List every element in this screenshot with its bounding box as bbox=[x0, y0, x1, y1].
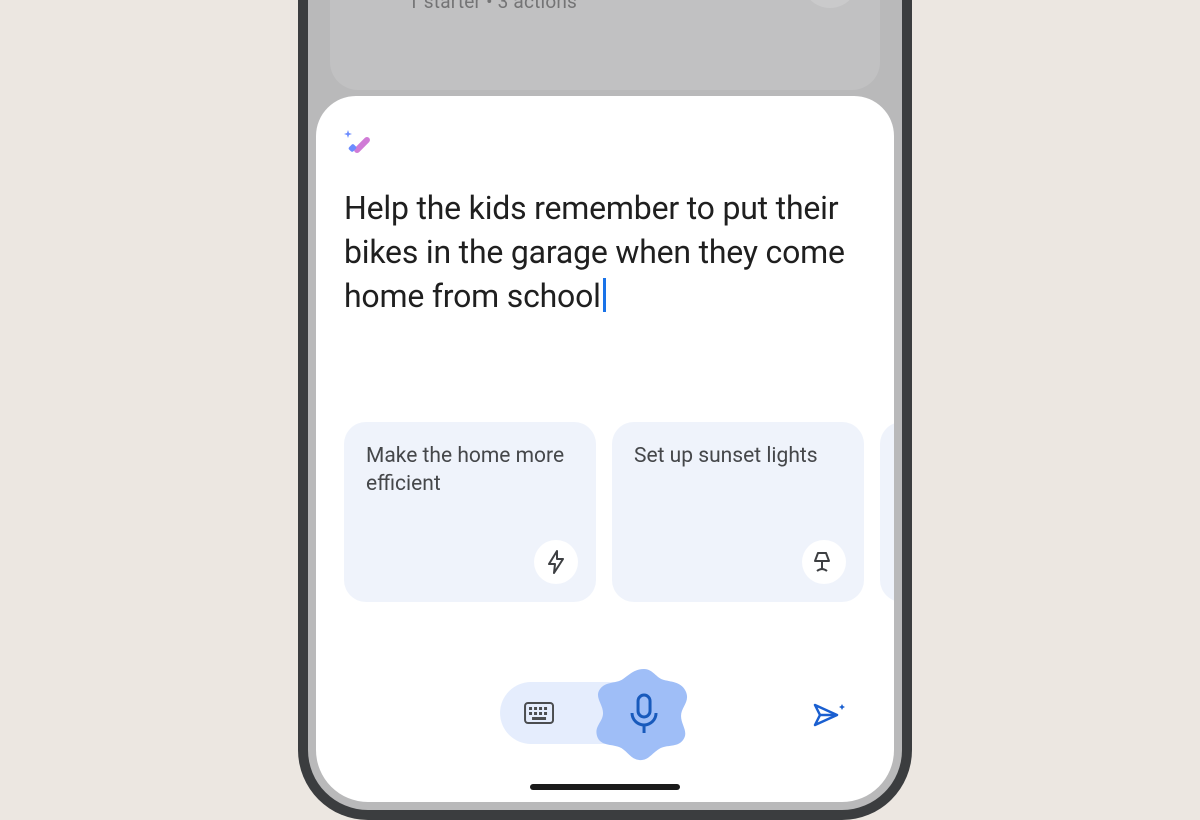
suggestion-row: Make the home more efficient Set up suns… bbox=[344, 422, 894, 602]
background-routine-card: 1 starter • 3 actions bbox=[330, 0, 880, 90]
routine-meta-text: 1 starter • 3 actions bbox=[408, 0, 577, 13]
send-button[interactable] bbox=[810, 696, 850, 736]
home-indicator[interactable] bbox=[530, 784, 680, 790]
lamp-icon bbox=[802, 540, 846, 584]
input-mode-pill bbox=[500, 682, 664, 744]
prompt-text: Help the kids remember to put their bike… bbox=[344, 189, 845, 315]
phone-frame: 1 starter • 3 actions Help the kids reme… bbox=[298, 0, 912, 820]
prompt-input[interactable]: Help the kids remember to put their bike… bbox=[344, 186, 866, 318]
suggestion-card-sunset-lights[interactable]: Set up sunset lights bbox=[612, 422, 864, 602]
suggestion-card-efficient[interactable]: Make the home more efficient bbox=[344, 422, 596, 602]
sparkle-pencil-icon bbox=[342, 126, 374, 158]
suggestion-card-play[interactable]: Play something when bbox=[880, 422, 894, 602]
suggestion-label: Make the home more efficient bbox=[366, 444, 564, 496]
phone-screen: 1 starter • 3 actions Help the kids reme… bbox=[308, 0, 902, 810]
suggestion-label: Set up sunset lights bbox=[634, 444, 818, 468]
action-bar bbox=[316, 672, 894, 762]
assistant-sheet: Help the kids remember to put their bike… bbox=[316, 96, 894, 802]
bolt-icon bbox=[534, 540, 578, 584]
text-cursor bbox=[603, 278, 606, 312]
routine-icon-placeholder bbox=[802, 0, 858, 8]
keyboard-button[interactable] bbox=[522, 700, 556, 726]
mic-button[interactable] bbox=[596, 665, 692, 761]
